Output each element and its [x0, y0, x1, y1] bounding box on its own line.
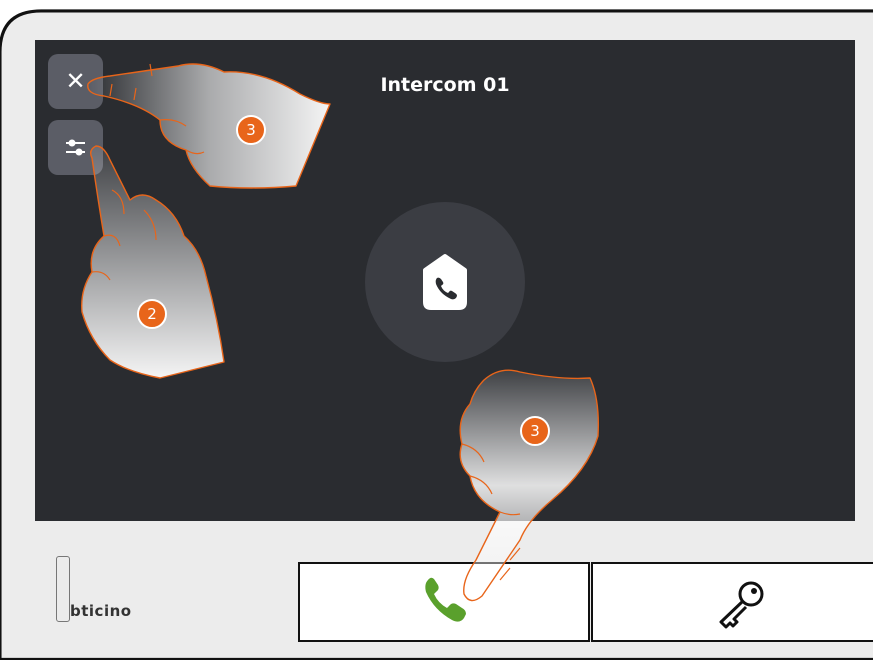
callout-badge: 2: [137, 299, 167, 329]
hand-settings: [81, 145, 225, 379]
hand-illustrations: [81, 63, 600, 602]
callout-badge: 3: [236, 115, 266, 145]
hand-close: [87, 63, 331, 189]
callout-badge: 3: [520, 416, 550, 446]
hand-answer: [459, 369, 600, 602]
